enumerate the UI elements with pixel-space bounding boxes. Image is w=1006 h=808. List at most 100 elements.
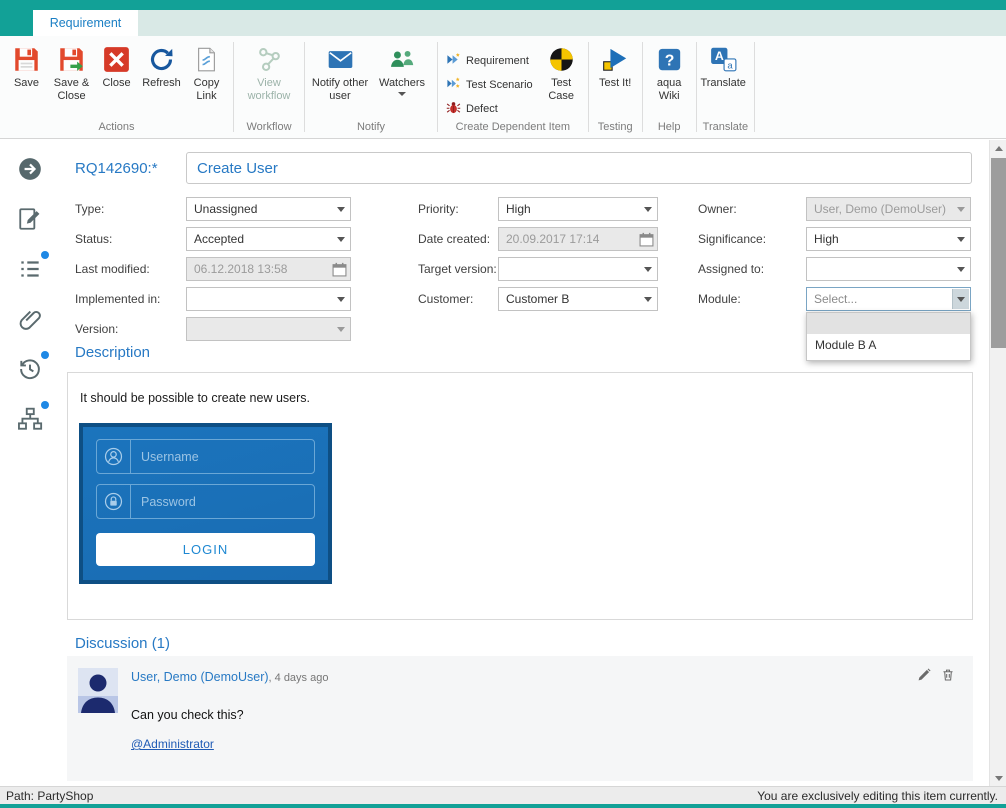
owner-select: User, Demo (DemoUser) [806,197,971,221]
customer-select[interactable]: Customer B [498,287,658,311]
notify-other-user-button[interactable]: Notify other user [309,40,371,106]
calendar-icon [332,262,347,277]
ribbon-group-actions: Save Save & Close Close [0,36,233,138]
sidebar-item-history[interactable] [17,356,45,384]
create-defect-button[interactable]: Defect [446,100,533,118]
form-grid: Type: Unassigned Priority: High Owner: U… [75,197,971,347]
sidebar-item-attachments[interactable] [17,308,45,336]
module-label: Module: [698,287,806,317]
create-test-scenario-label: Test Scenario [466,79,533,91]
close-button[interactable]: Close [94,40,139,94]
copy-link-label: Copy Link [185,77,228,102]
scroll-down-button[interactable] [990,770,1006,786]
watchers-button[interactable]: Watchers [371,40,433,100]
sidebar-item-hierarchy[interactable] [17,406,45,434]
mention-link[interactable]: @Administrator [131,737,214,751]
delete-comment-icon[interactable] [941,668,955,687]
chevron-down-icon [952,229,969,249]
comment-author[interactable]: User, Demo (DemoUser) [131,670,269,684]
group-label-actions: Actions [0,120,233,138]
refresh-button[interactable]: Refresh [139,40,184,94]
tab-requirement[interactable]: Requirement [33,10,138,36]
view-workflow-button[interactable]: View workflow [238,40,300,106]
close-label: Close [102,77,130,90]
ribbon-tab-strip [138,10,1006,36]
chevron-down-icon [952,289,969,309]
save-label: Save [14,77,39,90]
create-defect-label: Defect [466,103,498,115]
assigned-to-select[interactable] [806,257,971,281]
ribbon-group-help: ? aqua Wiki Help [643,36,696,138]
save-and-close-button[interactable]: Save & Close [49,40,94,106]
scroll-up-button[interactable] [990,140,1006,156]
significance-select[interactable]: High [806,227,971,251]
translate-button[interactable]: Aa Translate [701,40,746,94]
create-test-case-button[interactable]: Test Case [539,40,584,106]
workflow-icon [254,44,284,74]
chevron-down-icon [332,319,349,339]
target-version-label: Target version: [418,257,498,287]
description-text: It should be possible to create new user… [80,391,310,405]
last-modified-field: 06.12.2018 13:58 [186,257,351,281]
implemented-in-label: Implemented in: [75,287,186,317]
login-screenshot-image: Username Password LOGIN [79,423,332,584]
avatar [78,668,118,713]
group-label-testing: Testing [589,120,642,138]
ribbon-group-workflow: View workflow Workflow [234,36,304,138]
status-select[interactable]: Accepted [186,227,351,251]
aqua-wiki-button[interactable]: ? aqua Wiki [647,40,692,106]
discussion-heading: Discussion (1) [75,635,170,652]
watchers-label: Watchers [379,77,425,90]
requirement-icon [446,52,461,70]
ribbon: Save Save & Close Close [0,36,1006,139]
test-case-icon [546,44,576,74]
significance-label: Significance: [698,227,806,257]
type-select[interactable]: Unassigned [186,197,351,221]
close-icon [102,44,132,74]
module-option-empty[interactable] [807,313,970,334]
translate-icon: Aa [708,44,738,74]
version-label: Version: [75,317,186,347]
svg-text:a: a [727,60,733,71]
edit-comment-icon[interactable] [917,668,931,687]
aqua-wiki-label: aqua Wiki [648,77,691,102]
save-button[interactable]: Save [4,40,49,94]
assigned-to-label: Assigned to: [698,257,806,287]
target-version-select[interactable] [498,257,658,281]
sidebar-item-list[interactable] [17,256,45,284]
watchers-icon [387,44,417,74]
group-label-translate: Translate [697,120,754,138]
module-option[interactable]: Module B A [807,334,970,355]
ribbon-group-create-dependent: Requirement Test Scenario Defect [438,36,588,138]
priority-select[interactable]: High [498,197,658,221]
status-bar: Path: PartyShop You are exclusively edit… [0,786,1006,804]
scrollbar-thumb[interactable] [991,158,1006,348]
title-input[interactable]: Create User [186,152,972,184]
sidebar-item-edit[interactable] [17,206,45,234]
implemented-in-select[interactable] [186,287,351,311]
title-value: Create User [197,160,278,177]
chevron-down-icon [639,199,656,219]
description-heading: Description [75,344,150,361]
comment-author-line: User, Demo (DemoUser), 4 days ago [131,670,328,684]
module-select[interactable]: Select... [806,287,971,311]
collapse-panel-button[interactable] [17,156,45,184]
chevron-down-icon [952,199,969,219]
chevron-down-icon [639,259,656,279]
save-icon [12,44,42,74]
test-it-button[interactable]: Test It! [593,40,638,94]
chevron-down-icon [332,199,349,219]
ribbon-group-testing: Test It! Testing [589,36,642,138]
left-sidebar [0,140,60,786]
copy-link-button[interactable]: Copy Link [184,40,229,106]
description-editor[interactable]: It should be possible to create new user… [67,372,973,620]
notification-dot [41,251,49,259]
create-requirement-button[interactable]: Requirement [446,52,533,70]
test-scenario-icon [446,76,461,94]
type-label: Type: [75,197,186,227]
group-label-help: Help [643,120,696,138]
status-label: Status: [75,227,186,257]
create-test-scenario-button[interactable]: Test Scenario [446,76,533,94]
envelope-icon [325,44,355,74]
customer-label: Customer: [418,287,498,317]
